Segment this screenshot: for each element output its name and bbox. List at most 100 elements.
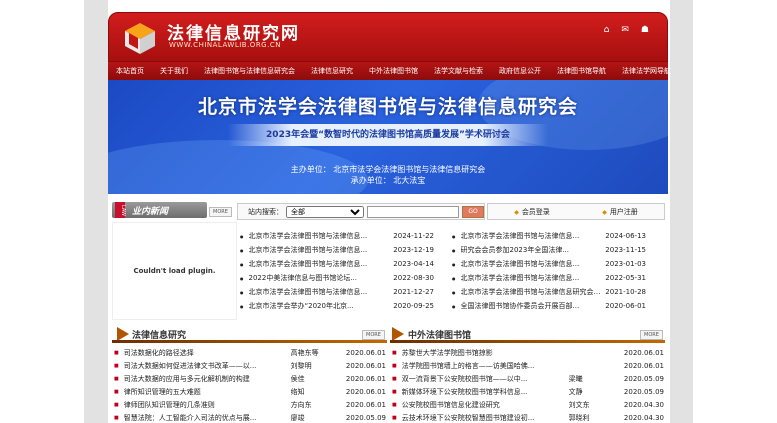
news-title[interactable]: 北京市法学会法律图书馆与法律信息... (249, 245, 394, 255)
list-item[interactable]: 智慧法院：人工智能介入司法的优点与展...廖竣 2020.05.09 (114, 411, 386, 423)
list-item[interactable]: 苏黎世大学法学院图书馆掠影 2020.06.01 (392, 346, 664, 359)
nav-law-web-guide[interactable]: 法律法学网导航 (614, 66, 679, 76)
news-title[interactable]: 北京市法学会法律图书馆与法律信息... (461, 273, 606, 283)
site-search: 站内搜索： 全部 GO (237, 203, 485, 220)
nav-library-guide[interactable]: 法律图书馆导航 (549, 66, 614, 76)
article-title[interactable]: 法学院图书馆墙上的格言——访美国哈佛... (402, 361, 569, 371)
list-item[interactable]: 北京市法学会法律图书馆与法律信息...2023-01-03 (452, 259, 664, 269)
article-title[interactable]: 苏黎世大学法学院图书馆掠影 (402, 348, 569, 358)
nav-research[interactable]: 法律信息研究 (303, 66, 361, 76)
home-icon[interactable]: ⌂ (604, 25, 610, 35)
banner-organizer: 主办单位： 北京市法学会法律图书馆与法律信息研究会 (290, 165, 486, 174)
news-row: 北京市法学会举办“2020年北京...2020-09-25 全国法律图书馆协作委… (240, 299, 665, 313)
news-date: 2022-05-31 (605, 274, 646, 282)
article-author: 刘黎明 (290, 361, 312, 370)
news-title[interactable]: 北京市法学会法律图书馆与法律信息... (249, 231, 394, 241)
list-item[interactable]: 北京市法学会法律图书馆与法律信息...2023-12-19 (240, 245, 452, 255)
article-date: 2020.04.30 (623, 400, 664, 409)
article-title[interactable]: 云技术环境下公安院校智慧图书馆建设初... (402, 413, 569, 423)
article-title[interactable]: 智慧法院：人工智能介入司法的优点与展... (124, 413, 291, 423)
list-item[interactable]: 全国法律图书馆协作委员会开展百部...2020-06-01 (452, 301, 664, 311)
list-item[interactable]: 法学院图书馆墙上的格言——访美国哈佛... 2020.06.01 (392, 359, 664, 372)
libraries-more-button[interactable]: MORE (640, 330, 663, 340)
list-item[interactable]: 司法大数据的应用与多元化解机制的构建侯佳 2020.06.01 (114, 372, 386, 385)
list-item[interactable]: 律师团队知识管理的几条准则方向东 2020.06.01 (114, 398, 386, 411)
list-item[interactable]: 云技术环境下公安院校智慧图书馆建设初...郭晓利 2020.04.30 (392, 411, 664, 423)
banner-organizers: 主办单位： 北京市法学会法律图书馆与法律信息研究会 承办单位： 北大法宝 (108, 164, 668, 186)
article-title[interactable]: 司法大数据如何促进法律文书改革——以... (124, 361, 291, 371)
list-item[interactable]: 北京市法学会法律图书馆与法律信息...2023-04-14 (240, 259, 452, 269)
list-item[interactable]: 北京市法学会法律图书馆与法律信息...2024-11-22 (240, 231, 452, 241)
article-author: 郭晓利 (568, 413, 590, 422)
search-input[interactable] (367, 205, 459, 218)
banner-co-organizer: 承办单位： 北大法宝 (350, 176, 426, 185)
list-item[interactable]: 双一流背景下公安院校图书馆——以中...梁曦 2020.05.09 (392, 372, 664, 385)
nav-home[interactable]: 本站首页 (108, 66, 152, 76)
article-date: 2020.06.01 (345, 348, 386, 357)
article-date: 2020.06.01 (345, 387, 386, 396)
list-item[interactable]: 司法大数据如何促进法律文书改革——以...刘黎明 2020.06.01 (114, 359, 386, 372)
list-item[interactable]: 北京市法学会举办“2020年北京...2020-09-25 (240, 301, 452, 311)
article-title[interactable]: 律师团队知识管理的几条准则 (124, 400, 291, 410)
news-title[interactable]: 北京市法学会法律图书馆与法律信息... (461, 259, 606, 269)
news-title[interactable]: 北京市法学会法律图书馆与法律信息... (461, 231, 606, 241)
article-author: 廖竣 (290, 413, 305, 422)
search-go-button[interactable]: GO (462, 205, 484, 218)
hero-banner[interactable]: 北京市法学会法律图书馆与法律信息研究会 2023年会暨“数智时代的法律图书馆高质… (108, 80, 668, 194)
news-title[interactable]: 2022中美法律信息与图书馆论坛... (249, 273, 394, 283)
list-item[interactable]: 公安院校图书馆信息化建设研究刘文东 2020.04.30 (392, 398, 664, 411)
nav-libraries[interactable]: 中外法律图书馆 (361, 66, 426, 76)
search-scope-select[interactable]: 全部 (286, 205, 364, 218)
article-title[interactable]: 司法大数据的应用与多元化解机制的构建 (124, 374, 291, 384)
article-date: 2020.05.09 (345, 413, 386, 422)
article-title[interactable]: 律所知识管理的五大难题 (124, 387, 291, 397)
news-date: 2023-12-19 (393, 246, 434, 254)
article-date: 2020.06.01 (345, 361, 386, 370)
news-date: 2024-06-13 (605, 232, 646, 240)
nav-about[interactable]: 关于我们 (152, 66, 196, 76)
nav-gov-info[interactable]: 政府信息公开 (491, 66, 549, 76)
news-title[interactable]: 北京市法学会法律图书馆与法律信息... (249, 287, 394, 297)
article-date: 2020.06.01 (345, 400, 386, 409)
member-login-link[interactable]: 会员登录 (514, 207, 550, 217)
news-title[interactable]: 全国法律图书馆协作委员会开展百部... (461, 301, 606, 311)
list-item[interactable]: 司法数据化的路径选择高艳东等 2020.06.01 (114, 346, 386, 359)
list-item[interactable]: 研究会会员参加2023年全国法律...2023-11-15 (452, 245, 664, 255)
list-item[interactable]: 北京市法学会法律图书馆与法律信息研究会通讯2021-10-28 (452, 287, 664, 297)
libraries-list: 苏黎世大学法学院图书馆掠影 2020.06.01 法学院图书馆墙上的格言——访美国… (392, 346, 664, 423)
news-title[interactable]: 北京市法学会法律图书馆与法律信息研究会通讯 (461, 287, 606, 297)
news-title[interactable]: 北京市法学会举办“2020年北京... (249, 301, 394, 311)
list-item[interactable]: 北京市法学会法律图书馆与法律信息...2024-06-13 (452, 231, 664, 241)
list-item[interactable]: 律所知识管理的五大难题络知 2020.06.01 (114, 385, 386, 398)
banner-title: 北京市法学会法律图书馆与法律信息研究会 (197, 96, 578, 118)
list-item[interactable]: 北京市法学会法律图书馆与法律信息...2022-05-31 (452, 273, 664, 283)
nav-literature[interactable]: 法学文献与检索 (426, 66, 491, 76)
article-title[interactable]: 新媒体环境下公安院校图书馆学科信息... (402, 387, 569, 397)
libraries-section-bar (390, 340, 665, 343)
news-more-button[interactable]: MORE (209, 207, 232, 217)
mail-icon[interactable]: ✉ (621, 25, 629, 35)
article-title[interactable]: 公安院校图书馆信息化建设研究 (402, 400, 569, 410)
news-title[interactable]: 研究会会员参加2023年全国法律... (461, 245, 606, 255)
news-list: 北京市法学会法律图书馆与法律信息...2024-11-22 北京市法学会法律图书… (240, 229, 665, 313)
article-title[interactable]: 司法数据化的路径选择 (124, 348, 291, 358)
news-date: 2020-09-25 (393, 302, 434, 310)
research-more-button[interactable]: MORE (362, 330, 385, 340)
news-title[interactable]: 北京市法学会法律图书馆与法律信息... (249, 259, 394, 269)
people-icon[interactable]: ☗ (641, 25, 649, 35)
top-icons: ⌂ ✉ ☗ (604, 25, 649, 35)
list-item[interactable]: 新媒体环境下公安院校图书馆学科信息...文静 2020.05.09 (392, 385, 664, 398)
article-date: 2020.05.09 (623, 374, 664, 383)
list-item[interactable]: 北京市法学会法律图书馆与法律信息...2021-12-27 (240, 287, 452, 297)
member-bar: 会员登录 用户注册 (487, 203, 665, 220)
news-tab[interactable]: LAW 业内新闻 (112, 202, 207, 218)
site-header: 法律信息研究网 WWW.CHINALAWLIB.ORG.CN ⌂ ✉ ☗ (108, 12, 668, 62)
article-title[interactable]: 双一流背景下公安院校图书馆——以中... (402, 374, 569, 384)
research-section-bar (112, 340, 387, 343)
site-url: WWW.CHINALAWLIB.ORG.CN (169, 41, 281, 49)
list-item[interactable]: 2022中美法律信息与图书馆论坛...2022-08-30 (240, 273, 452, 283)
news-date: 2021-10-28 (605, 288, 646, 296)
user-register-link[interactable]: 用户注册 (602, 207, 638, 217)
news-row: 2022中美法律信息与图书馆论坛...2022-08-30 北京市法学会法律图书… (240, 271, 665, 285)
nav-association[interactable]: 法律图书馆与法律信息研究会 (196, 66, 303, 76)
